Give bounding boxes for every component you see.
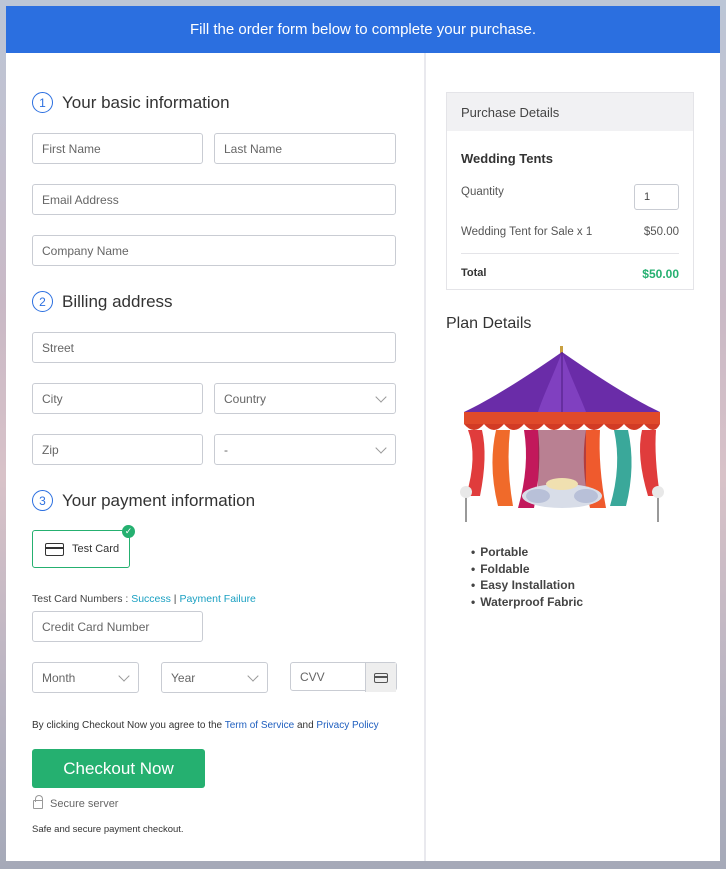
terms-prefix: By clicking Checkout Now you agree to th…	[32, 720, 225, 731]
chevron-down-icon	[375, 442, 387, 454]
terms-and: and	[294, 720, 317, 731]
feature-item: Waterproof Fabric	[471, 594, 583, 611]
zip-input[interactable]: Zip	[32, 434, 203, 465]
year-select[interactable]: Year	[161, 662, 268, 693]
state-select[interactable]: -	[214, 434, 396, 465]
company-input[interactable]: Company Name	[32, 235, 396, 266]
cvv-input[interactable]: CVV	[290, 662, 397, 692]
state-placeholder: -	[224, 442, 228, 457]
zip-placeholder: Zip	[42, 442, 59, 457]
street-placeholder: Street	[42, 340, 75, 355]
test-card-option[interactable]: Test Card ✓	[32, 525, 135, 568]
checkout-page: Fill the order form below to complete yo…	[6, 6, 720, 861]
year-placeholder: Year	[171, 670, 196, 685]
purchase-details-header: Purchase Details	[447, 93, 693, 131]
total-label: Total	[461, 267, 487, 279]
order-form: 1 Your basic information First Name Last…	[6, 53, 424, 861]
chevron-down-icon	[375, 391, 387, 403]
secure-server-label: Secure server	[50, 798, 119, 810]
country-select[interactable]: Country	[214, 383, 396, 414]
lock-icon	[33, 795, 43, 809]
terms-text: By clicking Checkout Now you agree to th…	[32, 720, 379, 731]
company-placeholder: Company Name	[42, 243, 129, 258]
card-number-input[interactable]: Credit Card Number	[32, 611, 203, 642]
success-link[interactable]: Success	[131, 593, 171, 605]
test-card-label: Test Card	[72, 543, 120, 555]
line-item-row: Wedding Tent for Sale x 1 $50.00	[461, 226, 679, 238]
cvv-placeholder: CVV	[300, 669, 325, 684]
street-input[interactable]: Street	[32, 332, 396, 363]
payment-failure-link[interactable]: Payment Failure	[179, 593, 255, 605]
step-number-1: 1	[32, 92, 53, 113]
checkout-now-button[interactable]: Checkout Now	[32, 749, 205, 788]
step-number-2: 2	[32, 291, 53, 312]
step-number-3: 3	[32, 490, 53, 511]
test-numbers-label: Test Card Numbers :	[32, 593, 132, 605]
credit-card-icon	[45, 542, 64, 556]
line-item-price: $50.00	[643, 226, 679, 238]
wedding-tent-image	[460, 346, 664, 522]
first-name-input[interactable]: First Name	[32, 133, 203, 164]
email-placeholder: Email Address	[42, 192, 119, 207]
month-select[interactable]: Month	[32, 662, 139, 693]
feature-item: Foldable	[471, 561, 583, 578]
section-billing: 2 Billing address	[32, 291, 173, 312]
chevron-down-icon	[247, 670, 259, 682]
privacy-policy-link[interactable]: Privacy Policy	[316, 720, 378, 731]
plan-details-title: Plan Details	[446, 315, 532, 332]
city-input[interactable]: City	[32, 383, 203, 414]
section-payment: 3 Your payment information	[32, 490, 255, 511]
feature-item: Easy Installation	[471, 577, 583, 594]
last-name-input[interactable]: Last Name	[214, 133, 396, 164]
chevron-down-icon	[118, 670, 130, 682]
section-title-basic: Your basic information	[62, 92, 230, 112]
cvv-card-icon	[365, 663, 396, 692]
month-placeholder: Month	[42, 670, 76, 685]
secure-note: Safe and secure payment checkout.	[32, 824, 184, 835]
section-title-billing: Billing address	[62, 291, 173, 311]
first-name-placeholder: First Name	[42, 141, 101, 156]
summary-divider	[461, 253, 679, 254]
section-title-payment: Your payment information	[62, 490, 256, 510]
total-value: $50.00	[642, 267, 679, 281]
product-name: Wedding Tents	[461, 151, 553, 166]
card-number-placeholder: Credit Card Number	[42, 619, 150, 634]
country-placeholder: Country	[224, 391, 267, 406]
top-banner: Fill the order form below to complete yo…	[6, 6, 720, 53]
test-card-numbers: Test Card Numbers : Success | Payment Fa…	[32, 593, 256, 605]
last-name-placeholder: Last Name	[224, 141, 283, 156]
quantity-input[interactable]: 1	[634, 184, 679, 210]
city-placeholder: City	[42, 391, 63, 406]
total-row: Total $50.00	[461, 267, 679, 281]
section-basic-info: 1 Your basic information	[32, 92, 230, 113]
plan-features-list: Portable Foldable Easy Installation Wate…	[471, 544, 583, 610]
terms-of-service-link[interactable]: Term of Service	[225, 720, 294, 731]
line-item-label: Wedding Tent for Sale x 1	[461, 226, 593, 238]
purchase-details-box: Purchase Details Wedding Tents Quantity …	[446, 92, 694, 290]
summary-panel: Purchase Details Wedding Tents Quantity …	[426, 53, 720, 861]
feature-item: Portable	[471, 544, 583, 561]
email-input[interactable]: Email Address	[32, 184, 396, 215]
check-icon: ✓	[122, 525, 135, 538]
